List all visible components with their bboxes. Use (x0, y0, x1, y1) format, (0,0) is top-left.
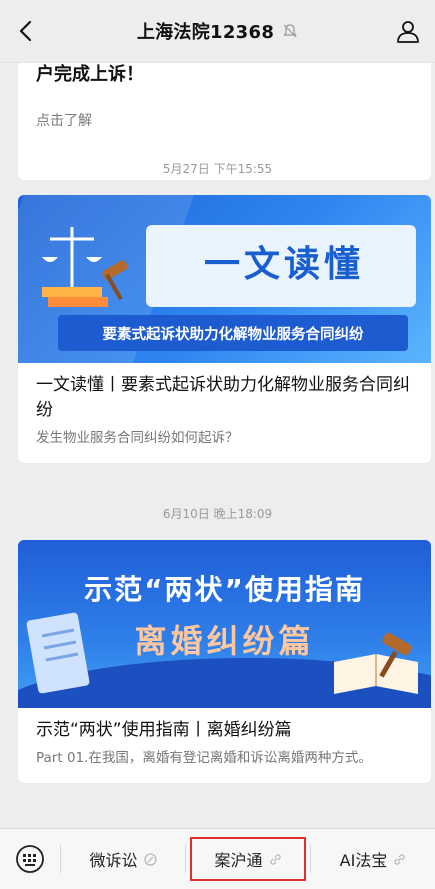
timestamp: 6月10日 晚上18:09 (162, 507, 273, 521)
banner-subtitle: 要素式起诉状助力化解物业服务合同纠纷 (102, 327, 364, 343)
chat-title: 上海法院12368 (136, 22, 275, 43)
mini-program-icon (144, 853, 156, 865)
article-description: Part 01.在我国，离婚有登记离婚和诉讼离婚两种方式。 (36, 750, 372, 766)
article-card[interactable]: 一文读懂 要素式起诉状助力化解物业服务合同纠纷 一文读懂丨要素式起诉状助力化解物… (18, 195, 431, 463)
banner-headline: 一文读懂 (203, 244, 364, 285)
timestamp: 5月27日 下午15:55 (162, 162, 273, 176)
profile-icon[interactable] (395, 18, 421, 44)
keyboard-icon (16, 845, 44, 873)
menu-item-label: 微诉讼 (89, 851, 138, 870)
menu-item-anhutong[interactable]: 案沪通 (186, 829, 310, 889)
article-description: 发生物业服务合同纠纷如何起诉？ (36, 430, 239, 446)
top-navigation-bar: 上海法院12368 (0, 0, 435, 63)
article-title: 一文读懂丨要素式起诉状助力化解物业服务合同纠纷 (36, 375, 410, 420)
menu-item-ai-fabao[interactable]: AI法宝 (311, 829, 435, 889)
banner-headline: 示范“两状”使用指南 (84, 573, 365, 606)
article-title: 示范“两状”使用指南丨离婚纠纷篇 (36, 720, 292, 740)
article-title: 户完成上诉！ (36, 64, 144, 85)
menu-item-weisusong[interactable]: 微诉讼 (61, 829, 185, 889)
article-description: 点击了解 (36, 113, 92, 129)
article-cover-image: 示范“两状”使用指南 离婚纠纷篇 (18, 540, 431, 708)
menu-item-label: AI法宝 (339, 851, 388, 870)
article-body: 一文读懂丨要素式起诉状助力化解物业服务合同纠纷 发生物业服务合同纠纷如何起诉？ (18, 363, 431, 463)
scales-illustration-icon (42, 227, 128, 307)
link-icon (394, 853, 405, 865)
menu-item-label: 案沪通 (214, 851, 263, 870)
link-icon (269, 853, 281, 865)
banner-subtitle: 离婚纠纷篇 (134, 622, 315, 660)
back-arrow-icon[interactable] (14, 18, 40, 44)
message-feed[interactable]: 户完成上诉！ 点击了解 5月27日 下午15:55 一文读懂 要素式起诉状助力化… (0, 62, 435, 827)
mute-bell-icon (283, 24, 297, 38)
keyboard-toggle-button[interactable] (0, 829, 60, 889)
article-card[interactable]: 示范“两状”使用指南 离婚纠纷篇 示范“两状”使用指南丨离婚纠纷篇 Part 0… (18, 540, 431, 783)
article-body: 示范“两状”使用指南丨离婚纠纷篇 Part 01.在我国，离婚有登记离婚和诉讼离… (18, 708, 431, 783)
title-group: 上海法院12368 (137, 18, 298, 44)
official-account-menu-bar: 微诉讼 案沪通 AI法宝 (0, 828, 435, 889)
article-cover-image: 一文读懂 要素式起诉状助力化解物业服务合同纠纷 (18, 195, 431, 363)
